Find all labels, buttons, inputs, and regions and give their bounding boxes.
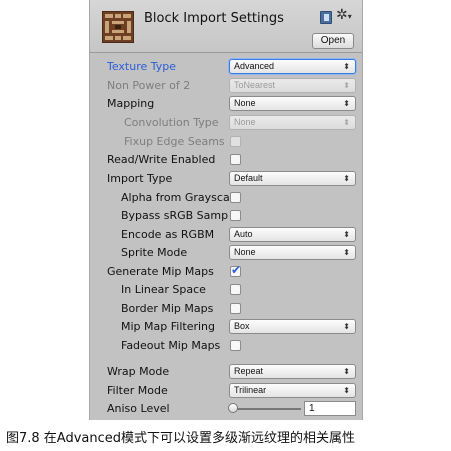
texture-type-label: Texture Type	[107, 60, 177, 73]
filter-mode-label: Filter Mode	[107, 384, 168, 397]
aniso-level-slider-handle[interactable]	[228, 403, 238, 413]
convolution-type-value: None	[234, 117, 256, 127]
checkmark-icon: ✔	[231, 263, 242, 277]
row-bypass-srgb: Bypass sRGB Sampl	[90, 207, 362, 224]
import-settings-panel: Block Import Settings ✲▾ Open Texture Ty…	[89, 0, 363, 420]
aniso-level-input[interactable]: 1	[304, 401, 356, 416]
sprite-mode-value: None	[234, 247, 256, 257]
mapping-dropdown[interactable]: None ⬍	[229, 96, 356, 111]
filter-mode-dropdown[interactable]: Trilinear ⬍	[229, 383, 356, 398]
dropdown-arrow-icon: ⬍	[343, 174, 350, 183]
dropdown-arrow-icon: ⬍	[343, 118, 350, 127]
in-linear-space-label: In Linear Space	[121, 283, 206, 296]
fixup-edge-seams-checkbox[interactable]	[230, 136, 241, 147]
bypass-srgb-label: Bypass sRGB Sampl	[121, 209, 229, 222]
non-power-of-2-dropdown[interactable]: ToNearest ⬍	[229, 78, 356, 93]
sprite-mode-label: Sprite Mode	[121, 246, 188, 259]
book-icon[interactable]	[320, 11, 332, 24]
row-convolution-type: Convolution Type None ⬍	[90, 114, 362, 131]
non-power-of-2-value: ToNearest	[234, 80, 276, 90]
row-generate-mip-maps: Generate Mip Maps ✔	[90, 263, 362, 280]
border-mip-maps-label: Border Mip Maps	[121, 302, 214, 315]
row-filter-mode: Filter Mode Trilinear ⬍	[90, 382, 362, 399]
aniso-level-label: Aniso Level	[107, 402, 170, 415]
sprite-mode-dropdown[interactable]: None ⬍	[229, 245, 356, 260]
aniso-level-slider-track[interactable]	[233, 408, 301, 410]
border-mip-maps-checkbox[interactable]	[230, 303, 241, 314]
row-aniso-level: Aniso Level 1	[90, 400, 362, 417]
texture-type-value: Advanced	[234, 61, 275, 71]
row-in-linear-space: In Linear Space	[90, 281, 362, 298]
row-fadeout-mip-maps: Fadeout Mip Maps	[90, 337, 362, 354]
row-read-write-enabled: Read/Write Enabled	[90, 151, 362, 168]
wrap-mode-value: Repeat	[234, 366, 264, 376]
generate-mip-maps-checkbox[interactable]: ✔	[230, 263, 242, 277]
row-mip-map-filtering: Mip Map Filtering Box ⬍	[90, 318, 362, 335]
dropdown-arrow-icon: ⬍	[343, 248, 350, 257]
filter-mode-value: Trilinear	[234, 385, 267, 395]
row-wrap-mode: Wrap Mode Repeat ⬍	[90, 363, 362, 380]
open-button[interactable]: Open	[312, 33, 354, 49]
convolution-type-dropdown[interactable]: None ⬍	[229, 115, 356, 130]
convolution-type-label: Convolution Type	[124, 116, 219, 129]
in-linear-space-checkbox[interactable]	[230, 284, 241, 295]
read-write-enabled-checkbox[interactable]	[230, 154, 241, 165]
encode-as-rgbm-value: Auto	[234, 229, 253, 239]
row-alpha-from-grayscale: Alpha from Graysca	[90, 189, 362, 206]
inspector-header: Block Import Settings ✲▾ Open	[90, 0, 362, 53]
encode-as-rgbm-dropdown[interactable]: Auto ⬍	[229, 227, 356, 242]
dropdown-arrow-icon: ⬍	[343, 81, 350, 90]
import-type-value: Default	[234, 173, 263, 183]
bypass-srgb-checkbox[interactable]	[230, 210, 241, 221]
block-texture-icon	[102, 11, 134, 43]
mapping-label: Mapping	[107, 97, 155, 110]
dropdown-arrow-icon: ⬍	[343, 322, 350, 331]
figure-caption: 图7.8 在Advanced模式下可以设置多级渐远纹理的相关属性	[6, 431, 356, 446]
alpha-from-grayscale-label: Alpha from Graysca	[121, 191, 229, 204]
mip-map-filtering-label: Mip Map Filtering	[121, 320, 215, 333]
row-non-power-of-2: Non Power of 2 ToNearest ⬍	[90, 77, 362, 94]
dropdown-arrow-icon: ⬍	[343, 386, 350, 395]
mip-map-filtering-value: Box	[234, 321, 250, 331]
row-fixup-edge-seams: Fixup Edge Seams	[90, 133, 362, 150]
dropdown-arrow-icon: ⬍	[343, 230, 350, 239]
mip-map-filtering-dropdown[interactable]: Box ⬍	[229, 319, 356, 334]
panel-title: Block Import Settings	[144, 11, 284, 26]
row-mapping: Mapping None ⬍	[90, 95, 362, 112]
wrap-mode-label: Wrap Mode	[107, 365, 170, 378]
texture-type-dropdown[interactable]: Advanced ⬍	[229, 59, 356, 74]
fadeout-mip-maps-label: Fadeout Mip Maps	[121, 339, 221, 352]
row-texture-type: Texture Type Advanced ⬍	[90, 58, 362, 75]
dropdown-arrow-icon: ⬍	[343, 99, 350, 108]
fadeout-mip-maps-checkbox[interactable]	[230, 340, 241, 351]
dropdown-arrow-icon: ⬍	[343, 367, 350, 376]
alpha-from-grayscale-checkbox[interactable]	[230, 192, 241, 203]
import-type-label: Import Type	[107, 172, 173, 185]
dropdown-arrow-icon: ⬍	[343, 62, 350, 71]
row-sprite-mode: Sprite Mode None ⬍	[90, 244, 362, 261]
row-import-type: Import Type Default ⬍	[90, 170, 362, 187]
encode-as-rgbm-label: Encode as RGBM	[121, 228, 215, 241]
row-border-mip-maps: Border Mip Maps	[90, 300, 362, 317]
read-write-enabled-label: Read/Write Enabled	[107, 153, 216, 166]
wrap-mode-dropdown[interactable]: Repeat ⬍	[229, 364, 356, 379]
gear-icon[interactable]: ✲▾	[336, 8, 352, 24]
import-type-dropdown[interactable]: Default ⬍	[229, 171, 356, 186]
non-power-of-2-label: Non Power of 2	[107, 79, 191, 92]
generate-mip-maps-label: Generate Mip Maps	[107, 265, 214, 278]
row-encode-as-rgbm: Encode as RGBM Auto ⬍	[90, 226, 362, 243]
fixup-edge-seams-label: Fixup Edge Seams	[124, 135, 225, 148]
mapping-value: None	[234, 98, 256, 108]
